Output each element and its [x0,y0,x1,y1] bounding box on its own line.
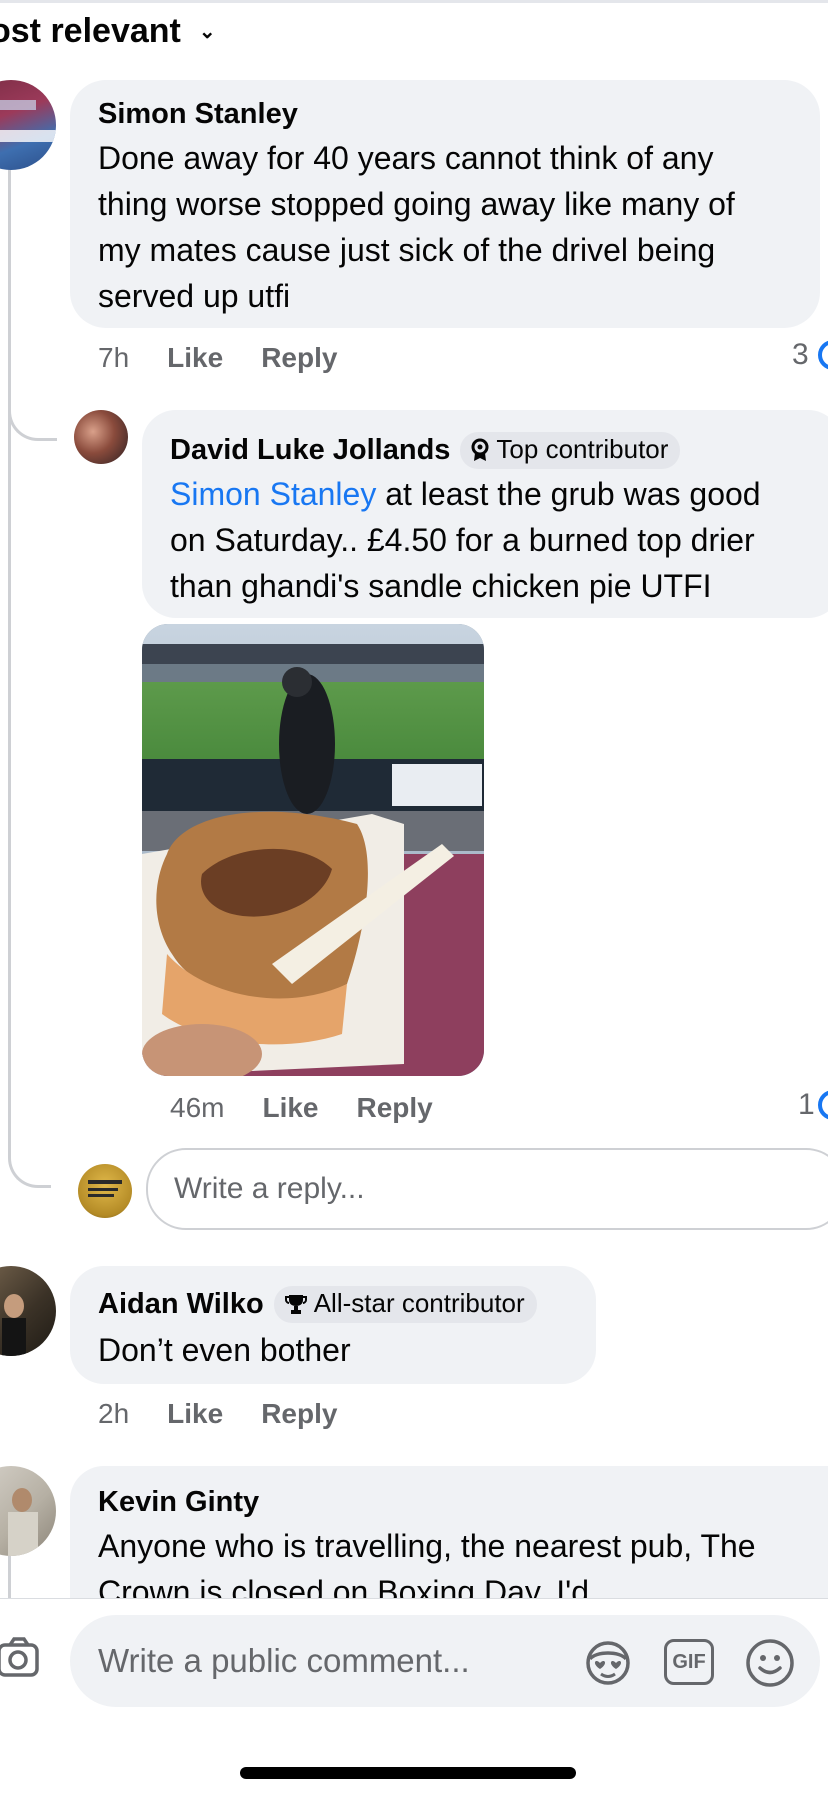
comment-composer-bar: Write a public comment... GIF [0,1598,828,1793]
mention-link[interactable]: Simon Stanley [170,476,376,512]
like-button[interactable]: Like [262,1092,318,1124]
reply-button[interactable]: Reply [357,1092,433,1124]
badge-label: All-star contributor [313,1288,525,1318]
avatar [78,1164,132,1218]
reply-time[interactable]: 46m [170,1092,224,1124]
emoji-icon[interactable] [744,1637,796,1689]
comment-time[interactable]: 7h [98,342,129,374]
all-star-contributor-badge[interactable]: All-star contributor [273,1286,537,1323]
comment-text: Done away for 40 years cannot think of a… [98,140,735,314]
reply-bubble: David Luke Jollands Top contributor Simo… [142,410,828,618]
reaction-count[interactable]: 1 [798,1088,815,1122]
reply-meta: 46m Like Reply [170,1092,433,1124]
like-button[interactable]: Like [167,1398,223,1430]
reply-button[interactable]: Reply [261,342,337,374]
thread-line [8,1556,11,1600]
comment-time[interactable]: 2h [98,1398,129,1430]
comment-text: Don’t even bother [98,1332,351,1368]
home-indicator [240,1767,576,1779]
comment-meta: 7h Like Reply [98,342,337,374]
avatar[interactable] [0,1466,56,1556]
comment-author[interactable]: Aidan Wilko [98,1288,264,1321]
gif-label: GIF [672,1650,706,1673]
reply-text: Simon Stanley at least the grub was good… [170,476,761,604]
comment-input-placeholder: Write a public comment... [98,1642,470,1679]
top-contributor-badge[interactable]: Top contributor [460,432,681,469]
avatar[interactable] [74,410,128,464]
comment-author[interactable]: Simon Stanley [98,98,792,131]
pie-photo-image [142,624,484,1076]
thread-line [8,150,51,1188]
reply-button[interactable]: Reply [261,1398,337,1430]
reply-author[interactable]: David Luke Jollands [170,434,450,467]
gif-button[interactable]: GIF [664,1639,714,1685]
chevron-down-icon: ⌄ [198,21,216,43]
badge-label: Top contributor [496,434,669,464]
comment-author[interactable]: Kevin Ginty [98,1486,800,1519]
trophy-icon [284,1294,307,1314]
reaction-icon [818,1090,828,1120]
comment-meta: 2h Like Reply [98,1398,337,1430]
camera-icon[interactable] [0,1635,42,1681]
thread-branch [8,370,57,441]
avatar[interactable] [0,1266,56,1356]
top-divider [0,0,828,3]
reaction-count[interactable]: 3 [792,338,809,372]
sort-label: ost relevant [0,12,181,50]
reply-input[interactable]: Write a reply... [146,1148,828,1230]
comment-header: Aidan Wilko All-star contributor [98,1286,568,1323]
comment-bubble: Aidan Wilko All-star contributor Don’t e… [70,1266,596,1384]
reply-input-placeholder: Write a reply... [174,1172,365,1205]
reaction-icon [818,340,828,370]
reply-photo[interactable] [142,624,484,1076]
badge-icon [471,438,489,461]
like-button[interactable]: Like [167,342,223,374]
comment-bubble: Simon Stanley Done away for 40 years can… [70,80,820,328]
sort-dropdown[interactable]: ost relevant ⌄ [0,12,216,51]
avatar-sticker-icon[interactable] [582,1637,634,1689]
reply-header: David Luke Jollands Top contributor [170,432,814,469]
